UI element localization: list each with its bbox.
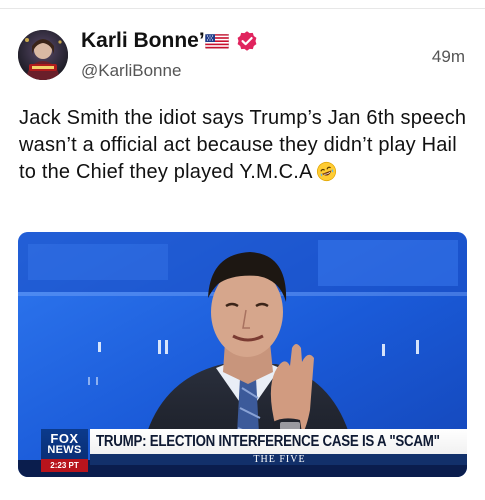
post-media-video[interactable]: FOX NEWS 2:23 PT TRUMP: ELECTION INTERFE…	[18, 232, 467, 477]
show-name-bar: THE FIVE	[90, 454, 467, 465]
logo-line-2: NEWS	[47, 444, 82, 456]
rolling-on-floor-laughing-icon	[316, 161, 336, 182]
show-name: THE FIVE	[253, 454, 306, 465]
verified-badge-icon[interactable]	[235, 29, 259, 53]
chyron-headline: TRUMP: ELECTION INTERFERENCE CASE IS A "…	[96, 433, 440, 450]
author-handle[interactable]: @KarliBonne	[81, 61, 181, 81]
post-card: Karli Bonne’ @KarliBonne 49m Jack Smith …	[0, 0, 485, 500]
post-body: Jack Smith the idiot says Trump’s Jan 6t…	[19, 107, 467, 183]
fox-news-logo: FOX NEWS 2:23 PT	[41, 429, 88, 472]
avatar[interactable]	[18, 30, 68, 80]
broadcast-time: 2:23 PT	[50, 461, 79, 470]
logo-line-1: FOX	[50, 431, 79, 446]
post-text: Jack Smith the idiot says Trump’s Jan 6t…	[19, 105, 469, 186]
news-chyron: FOX NEWS 2:23 PT TRUMP: ELECTION INTERFE…	[41, 429, 467, 472]
author-display-name[interactable]: Karli Bonne’	[81, 29, 205, 53]
divider	[0, 8, 485, 9]
post-timestamp[interactable]: 49m	[432, 47, 465, 67]
chyron-bar: TRUMP: ELECTION INTERFERENCE CASE IS A "…	[90, 429, 467, 454]
us-flag-icon	[205, 34, 229, 49]
